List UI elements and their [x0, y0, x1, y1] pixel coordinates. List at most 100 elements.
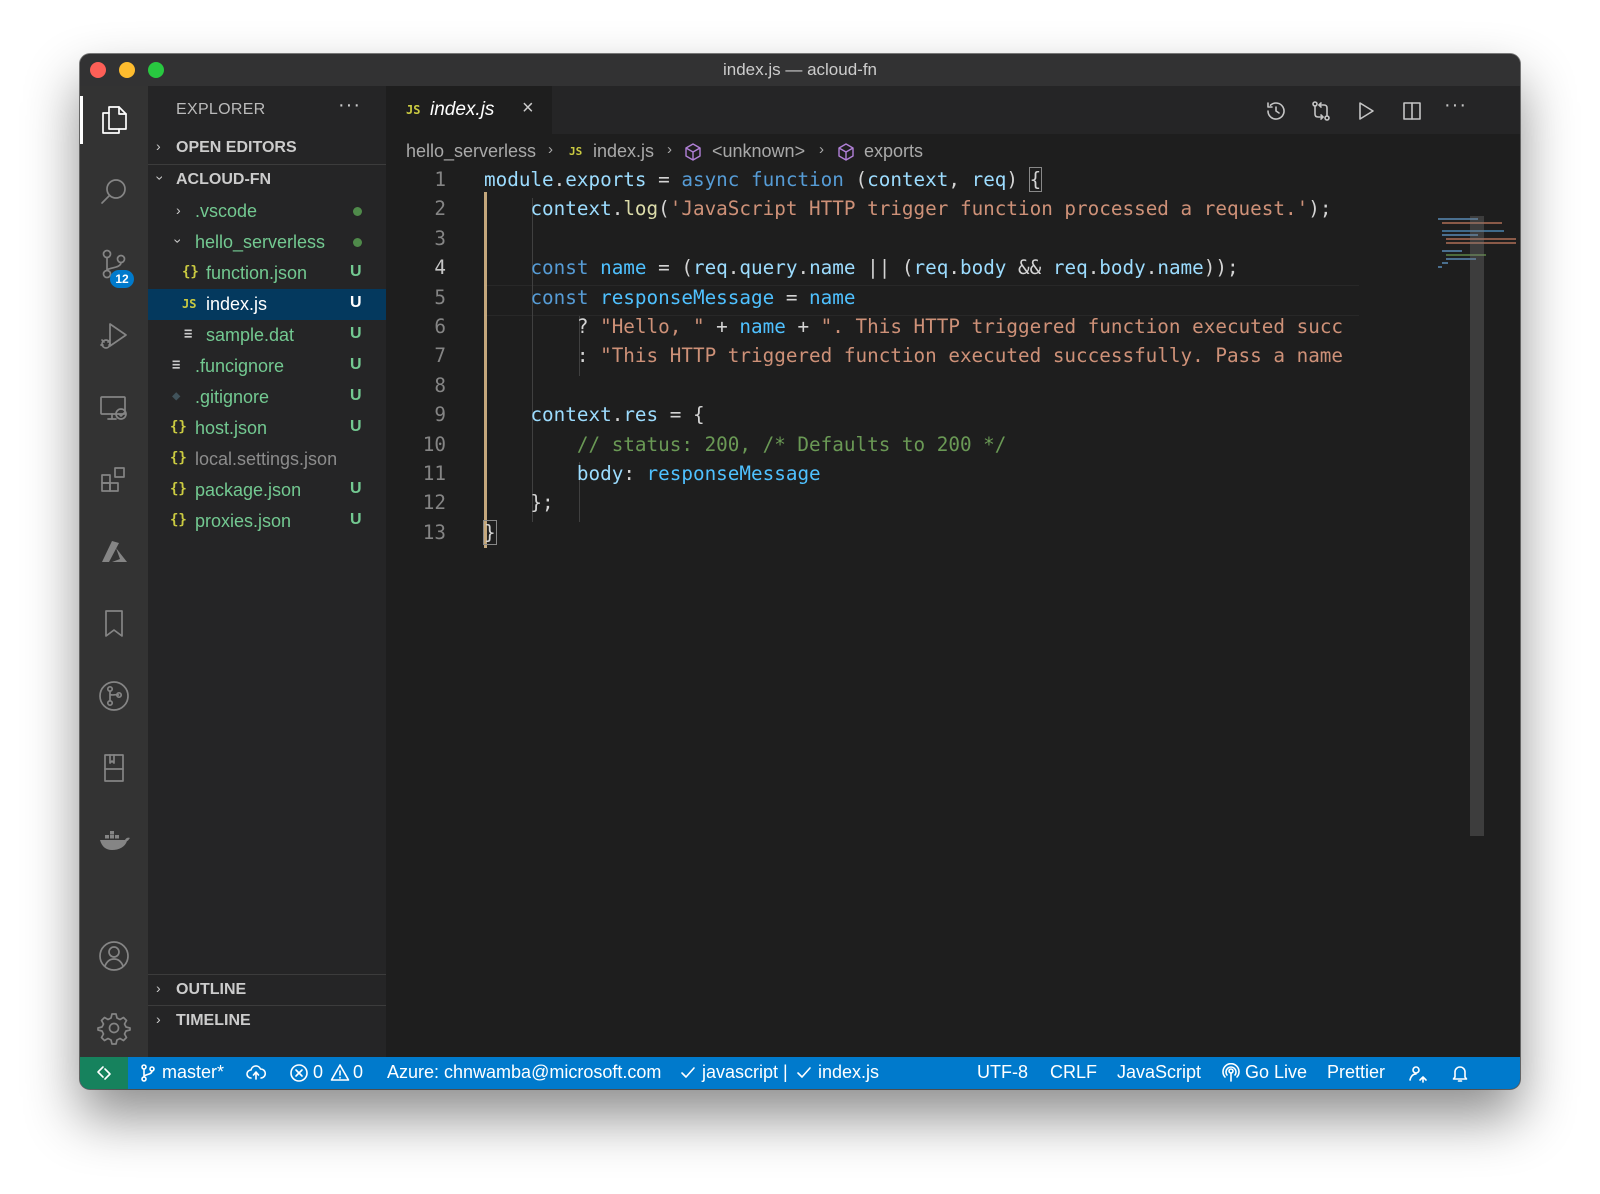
code-line-12: }; — [484, 491, 554, 514]
breadcrumb-symbol-unknown[interactable]: <unknown> — [712, 141, 805, 162]
extensions-icon[interactable] — [80, 450, 148, 510]
editor-more-actions-button[interactable]: ··· — [1444, 94, 1467, 117]
chevron-right-icon: › — [176, 202, 181, 218]
split-editor-icon[interactable] — [1397, 96, 1427, 126]
json-file-icon: {} — [170, 419, 187, 435]
title-bar: index.js — acloud-fn — [80, 54, 1520, 86]
code-line-7: : "This HTTP triggered function executed… — [484, 344, 1344, 367]
breadcrumb: hello_serverless › JS index.js › <unknow… — [386, 134, 1520, 168]
eslint-file-status[interactable]: index.js — [818, 1062, 879, 1083]
run-file-icon[interactable] — [1351, 96, 1381, 126]
json-file-icon: {} — [170, 450, 187, 466]
line-number: 5 — [434, 286, 446, 309]
code-line-13: } — [483, 520, 497, 545]
warning-count[interactable]: 0 — [353, 1062, 363, 1083]
eslint-status[interactable]: javascript | — [702, 1062, 788, 1083]
explorer-icon[interactable] — [80, 90, 148, 150]
chevron-down-icon: › — [170, 238, 187, 244]
feedback-icon[interactable] — [1408, 1063, 1428, 1083]
line-number: 3 — [434, 227, 446, 250]
outline-section[interactable]: › OUTLINE — [148, 976, 386, 1004]
code-line-9: context.res = { — [530, 403, 705, 426]
tree-item-hello-serverless[interactable]: › hello_serverless — [148, 227, 386, 258]
code-line-11: body: responseMessage — [576, 462, 821, 485]
line-number: 2 — [434, 197, 446, 220]
explorer-more-actions-button[interactable]: ··· — [338, 94, 361, 117]
status-bar: master* 0 0 Azure: chnwamba@microsoft.co… — [80, 1057, 1520, 1089]
source-control-badge: 12 — [110, 270, 134, 288]
tree-item-gitignore[interactable]: ◆ .gitignore U — [148, 382, 386, 413]
error-icon — [289, 1063, 309, 1083]
modified-dot-icon — [353, 207, 362, 216]
chevron-right-icon: › — [548, 141, 553, 158]
go-live-button[interactable]: Go Live — [1245, 1062, 1307, 1083]
line-number: 4 — [434, 256, 446, 279]
tree-item-local-settings-json[interactable]: {} local.settings.json — [148, 444, 386, 475]
open-changes-history-icon[interactable] — [1261, 96, 1291, 126]
azure-icon[interactable] — [80, 522, 148, 582]
bookmarks-icon[interactable] — [80, 594, 148, 654]
js-file-icon: JS — [569, 145, 583, 158]
remote-indicator-button[interactable] — [80, 1057, 128, 1089]
account-icon[interactable] — [80, 926, 148, 986]
vscode-window: index.js — acloud-fn 12 EXPLORER ··· › O… — [80, 54, 1520, 1089]
tree-item-package-json[interactable]: {} package.json U — [148, 475, 386, 506]
line-number: 13 — [422, 521, 446, 544]
project-section[interactable]: › ACLOUD-FN — [148, 166, 386, 194]
tree-item-funcignore[interactable]: ≡ .funcignore U — [148, 351, 386, 382]
breadcrumb-folder[interactable]: hello_serverless — [406, 141, 536, 162]
error-count[interactable]: 0 — [313, 1062, 323, 1083]
git-graph-icon[interactable] — [80, 666, 148, 726]
prettier-button[interactable]: Prettier — [1327, 1062, 1385, 1083]
code-line-2: context.log('JavaScript HTTP trigger fun… — [530, 197, 1332, 220]
tree-item-host-json[interactable]: {} host.json U — [148, 413, 386, 444]
run-debug-icon[interactable] — [80, 306, 148, 366]
warning-icon — [330, 1063, 350, 1083]
broadcast-icon — [1221, 1062, 1241, 1083]
sync-cloud-icon[interactable] — [246, 1063, 267, 1083]
language-mode-button[interactable]: JavaScript — [1117, 1062, 1201, 1083]
chevron-right-icon: › — [156, 980, 161, 996]
window-title: index.js — acloud-fn — [722, 60, 878, 79]
encoding-button[interactable]: UTF-8 — [977, 1062, 1028, 1083]
notifications-bell-icon[interactable] — [1450, 1063, 1470, 1083]
js-file-icon: JS — [406, 103, 421, 117]
tab-bar: JS index.js × ··· — [386, 86, 1520, 134]
git-file-icon: ◆ — [172, 388, 181, 404]
close-tab-icon[interactable]: × — [522, 97, 534, 120]
docker-icon[interactable] — [80, 810, 148, 870]
tree-item-index-js[interactable]: JS index.js U — [148, 289, 386, 320]
compare-changes-icon[interactable] — [1306, 96, 1336, 126]
vertical-scrollbar[interactable] — [1470, 216, 1484, 836]
search-icon[interactable] — [80, 162, 148, 222]
eol-button[interactable]: CRLF — [1050, 1062, 1097, 1083]
editor-area: JS index.js × ··· hello_serverless › JS … — [386, 86, 1520, 1057]
remote-explorer-icon[interactable] — [80, 378, 148, 438]
timeline-section[interactable]: › TIMELINE — [148, 1007, 386, 1035]
check-icon — [794, 1063, 814, 1083]
tree-item-sample-dat[interactable]: ≡ sample.dat U — [148, 320, 386, 351]
settings-gear-icon[interactable] — [80, 998, 148, 1058]
code-line-5: const responseMessage = name — [530, 286, 856, 309]
tab-index-js[interactable]: JS index.js × — [386, 86, 552, 134]
tree-item-proxies-json[interactable]: {} proxies.json U — [148, 506, 386, 537]
breadcrumb-symbol-exports[interactable]: exports — [864, 141, 923, 162]
line-number: 9 — [434, 403, 446, 426]
chevron-right-icon: › — [156, 138, 161, 154]
breadcrumb-file[interactable]: index.js — [593, 141, 654, 162]
tree-item-vscode[interactable]: › .vscode — [148, 196, 386, 227]
azure-account-button[interactable]: Azure: chnwamba@microsoft.com — [387, 1062, 661, 1083]
line-number: 12 — [422, 491, 446, 514]
explorer-title: EXPLORER — [176, 101, 266, 118]
source-control-icon[interactable]: 12 — [80, 234, 148, 294]
code-editor[interactable]: 1 2 3 4 5 6 7 8 9 10 11 12 13 module.exp… — [386, 167, 1520, 1057]
git-branch-button[interactable]: master* — [162, 1062, 224, 1083]
open-editors-section[interactable]: › OPEN EDITORS — [148, 134, 386, 162]
js-file-icon: JS — [182, 297, 197, 311]
symbol-module-icon — [836, 142, 856, 162]
json-file-icon: {} — [170, 512, 187, 528]
section-divider — [148, 1005, 386, 1006]
tree-item-function-json[interactable]: {} function.json U — [148, 258, 386, 289]
book-icon[interactable] — [80, 738, 148, 798]
remote-icon — [94, 1063, 114, 1083]
